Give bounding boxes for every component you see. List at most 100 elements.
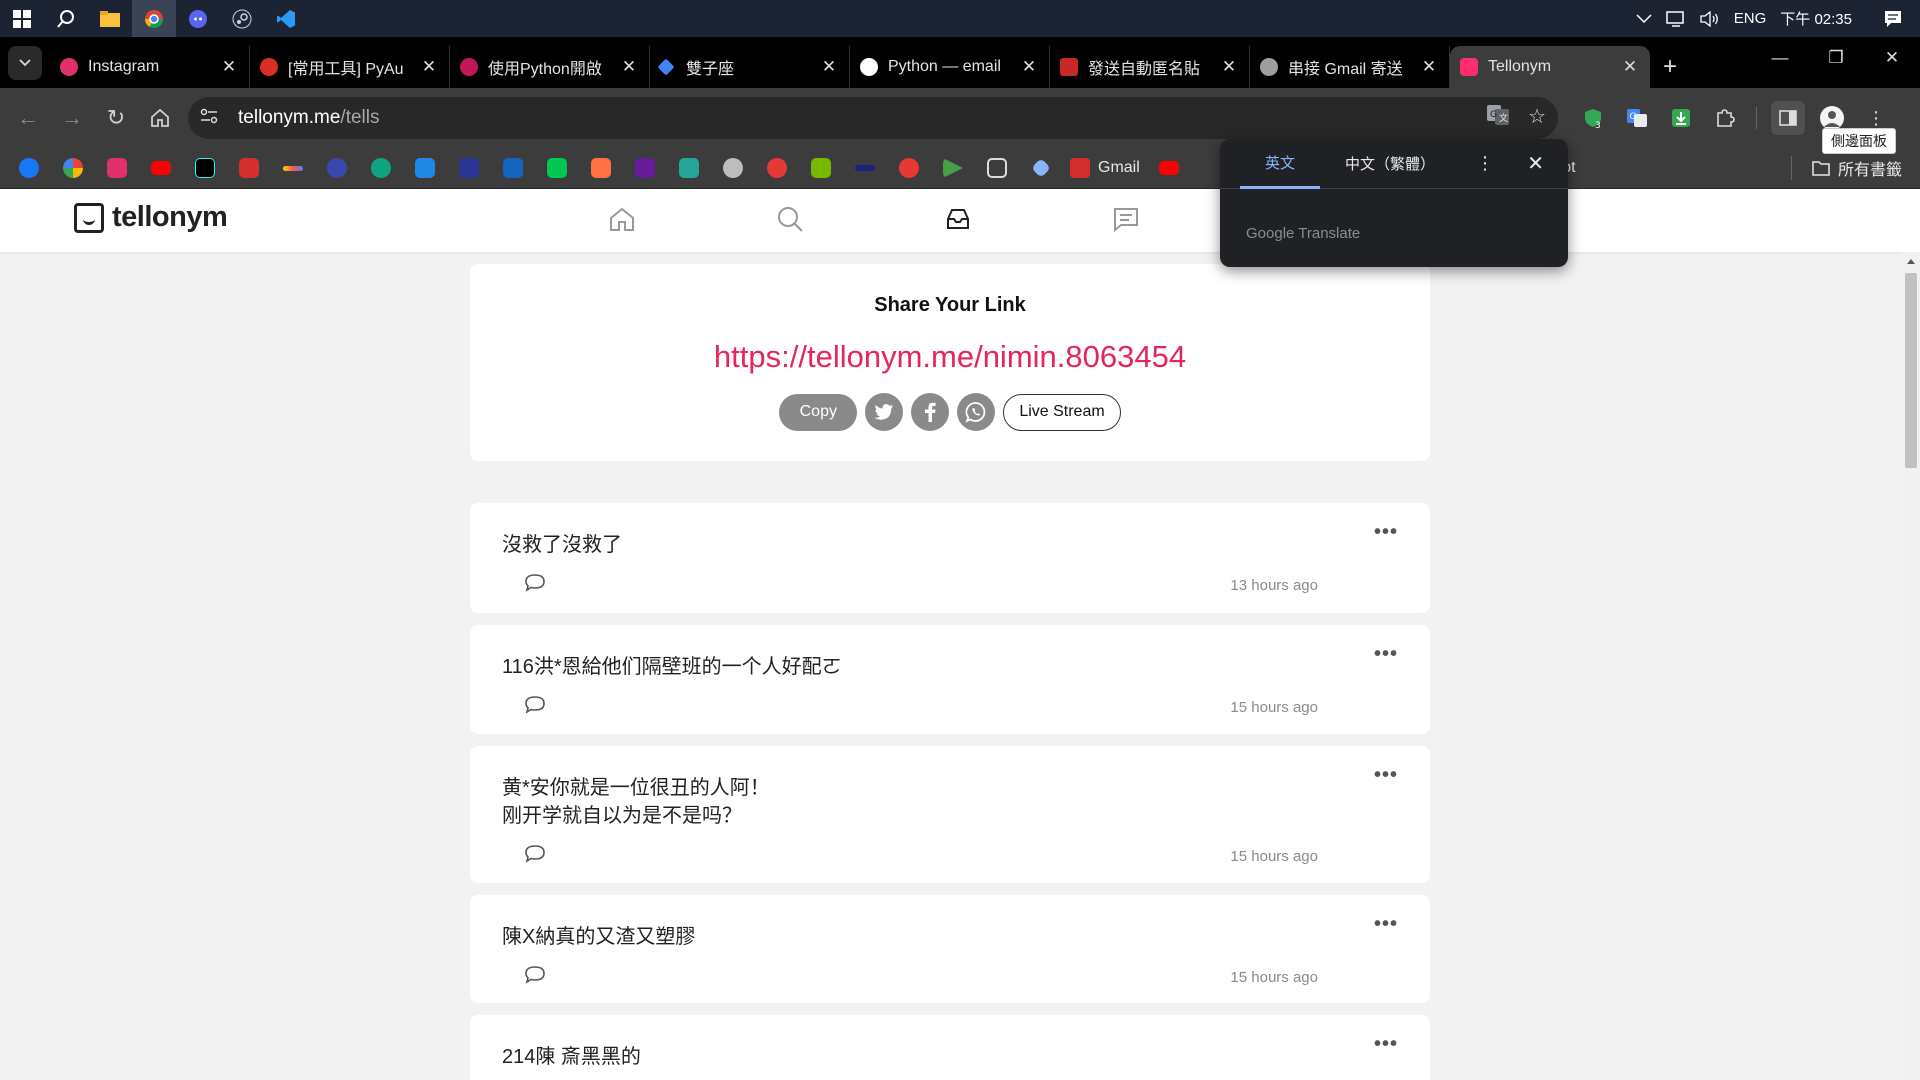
bookmark-star-icon[interactable]: ☆ xyxy=(1528,104,1546,132)
comment-icon[interactable] xyxy=(524,844,546,869)
tab-pyautogui[interactable]: [常用工具] PyAu ✕ xyxy=(250,46,450,88)
bookmark-stack-icon[interactable] xyxy=(498,153,528,183)
profile-link[interactable]: https://tellonym.me/nimin.8063454 xyxy=(470,339,1430,375)
more-options-icon[interactable]: ••• xyxy=(1374,643,1398,666)
bookmark-gemini-icon[interactable] xyxy=(1026,153,1056,183)
bookmark-wifi-icon[interactable] xyxy=(542,153,572,183)
google-translate-extension-icon[interactable]: G xyxy=(1620,101,1654,135)
bookmark-gmail-link[interactable]: Gmail xyxy=(1070,158,1140,178)
tab-instagram[interactable]: Instagram ✕ xyxy=(50,46,250,88)
close-tab-icon[interactable]: ✕ xyxy=(419,57,439,77)
close-window-icon[interactable]: ✕ xyxy=(1864,37,1920,79)
bookmark-globe-icon[interactable] xyxy=(718,153,748,183)
more-options-icon[interactable]: ••• xyxy=(1374,764,1398,787)
tab-python-open[interactable]: 使用Python開啟 ✕ xyxy=(450,46,650,88)
bookmark-flame-icon[interactable] xyxy=(894,153,924,183)
close-icon[interactable]: ✕ xyxy=(1527,151,1544,176)
bookmark-facebook-icon[interactable] xyxy=(14,153,44,183)
bookmark-purple-icon[interactable] xyxy=(630,153,660,183)
bookmark-play-icon[interactable] xyxy=(938,153,968,183)
restore-icon[interactable]: ❐ xyxy=(1808,37,1864,79)
close-tab-icon[interactable]: ✕ xyxy=(1219,57,1239,77)
bookmark-red-icon[interactable] xyxy=(762,153,792,183)
home-icon[interactable] xyxy=(138,96,182,140)
chrome-icon[interactable] xyxy=(132,0,176,37)
bookmark-gmail-icon[interactable] xyxy=(234,153,264,183)
facebook-share-button[interactable] xyxy=(911,393,950,431)
close-tab-icon[interactable]: ✕ xyxy=(1419,57,1439,77)
tab-search-button[interactable] xyxy=(8,46,42,80)
bookmark-circle-icon[interactable] xyxy=(322,153,352,183)
file-explorer-icon[interactable] xyxy=(88,0,132,37)
volume-icon[interactable] xyxy=(1700,10,1720,27)
bookmark-wave-icon[interactable] xyxy=(850,153,880,183)
notification-icon[interactable] xyxy=(1884,10,1902,28)
more-options-icon[interactable]: ••• xyxy=(1374,1033,1398,1056)
bookmark-google-icon[interactable] xyxy=(58,153,88,183)
close-tab-icon[interactable]: ✕ xyxy=(1620,57,1640,77)
back-icon[interactable]: ← xyxy=(6,96,50,140)
page-scrollbar[interactable] xyxy=(1902,252,1920,1080)
vscode-icon[interactable] xyxy=(264,0,308,37)
tellonym-logo[interactable]: tellonym xyxy=(74,201,228,234)
more-options-icon[interactable]: ••• xyxy=(1374,521,1398,544)
bookmark-instagram-icon[interactable] xyxy=(102,153,132,183)
close-tab-icon[interactable]: ✕ xyxy=(1019,57,1039,77)
bookmark-youtube-icon[interactable] xyxy=(146,153,176,183)
address-bar[interactable]: tellonym.me/tells G文 ☆ xyxy=(188,97,1558,139)
comment-icon[interactable] xyxy=(524,695,546,720)
inbox-icon[interactable] xyxy=(943,201,973,237)
close-tab-icon[interactable]: ✕ xyxy=(219,57,239,77)
search-icon[interactable] xyxy=(775,201,805,237)
language-indicator[interactable]: ENG xyxy=(1734,10,1767,27)
forward-icon[interactable]: → xyxy=(50,96,94,140)
translate-tab-chinese[interactable]: 中文（繁體） xyxy=(1320,139,1460,189)
twitter-share-button[interactable] xyxy=(865,393,904,431)
site-info-icon[interactable] xyxy=(200,108,222,129)
chevron-up-icon[interactable] xyxy=(1636,13,1652,24)
steam-icon[interactable] xyxy=(220,0,264,37)
scroll-up-arrow-icon[interactable] xyxy=(1907,259,1915,264)
whatsapp-share-button[interactable] xyxy=(957,393,996,431)
minimize-icon[interactable]: — xyxy=(1752,37,1808,79)
clock[interactable]: 下午 02:35 xyxy=(1780,8,1852,29)
reload-icon[interactable]: ↻ xyxy=(94,96,138,140)
translate-tab-english[interactable]: 英文 xyxy=(1240,139,1320,189)
close-tab-icon[interactable]: ✕ xyxy=(819,57,839,77)
discord-icon[interactable] xyxy=(176,0,220,37)
live-stream-button[interactable]: Live Stream xyxy=(1003,393,1121,431)
comment-icon[interactable] xyxy=(524,965,546,990)
copy-button[interactable]: Copy xyxy=(779,393,858,431)
translate-icon[interactable]: G文 xyxy=(1486,104,1510,132)
more-options-icon[interactable]: ••• xyxy=(1374,913,1398,936)
more-vert-icon[interactable]: ⋮ xyxy=(1476,153,1494,174)
bookmark-youtube-icon[interactable] xyxy=(1154,153,1184,183)
all-bookmarks-folder[interactable]: 所有書籤 xyxy=(1790,156,1902,180)
bookmark-x-icon[interactable] xyxy=(586,153,616,183)
comment-icon[interactable] xyxy=(524,573,546,598)
bookmark-bar-icon[interactable] xyxy=(278,153,308,183)
tab-gemini[interactable]: 雙子座 ✕ xyxy=(650,46,850,88)
tab-tellonym[interactable]: Tellonym ✕ xyxy=(1450,46,1650,88)
bookmark-teal-icon[interactable] xyxy=(674,153,704,183)
home-icon[interactable] xyxy=(607,201,637,237)
side-panel-icon[interactable] xyxy=(1771,101,1805,135)
close-tab-icon[interactable]: ✕ xyxy=(619,57,639,77)
scrollbar-thumb[interactable] xyxy=(1905,273,1917,468)
display-icon[interactable] xyxy=(1666,10,1686,27)
tab-python-email[interactable]: Python — email ✕ xyxy=(850,46,1050,88)
bookmark-tiktok-icon[interactable] xyxy=(190,153,220,183)
download-extension-icon[interactable] xyxy=(1664,101,1698,135)
bookmark-scan-icon[interactable] xyxy=(982,153,1012,183)
bookmark-chatgpt-icon[interactable] xyxy=(366,153,396,183)
new-tab-button[interactable]: + xyxy=(1650,46,1690,88)
bookmark-app-icon[interactable] xyxy=(410,153,440,183)
search-icon[interactable] xyxy=(44,0,88,37)
tab-gmail-send[interactable]: 串接 Gmail 寄送 ✕ xyxy=(1250,46,1450,88)
messages-icon[interactable] xyxy=(1111,201,1141,237)
extension-shield-icon[interactable]: 3 xyxy=(1576,101,1610,135)
bookmark-nvidia-icon[interactable] xyxy=(806,153,836,183)
extensions-puzzle-icon[interactable] xyxy=(1708,101,1742,135)
tab-anonymous-post[interactable]: 發送自動匿名貼 ✕ xyxy=(1050,46,1250,88)
windows-start-icon[interactable] xyxy=(0,0,44,37)
